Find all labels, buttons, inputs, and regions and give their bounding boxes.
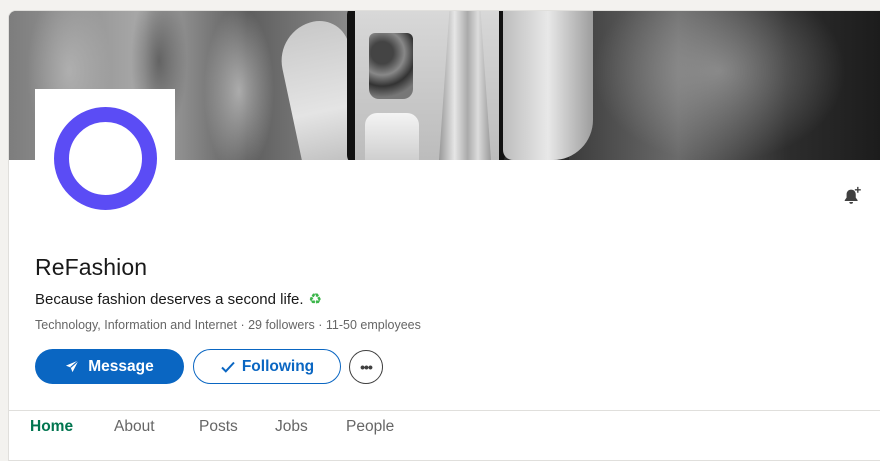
- ellipsis-icon: •••: [360, 359, 373, 375]
- company-name: ReFashion: [35, 254, 148, 280]
- tab-home[interactable]: Home: [30, 418, 73, 436]
- banner-hand-right: [503, 11, 593, 160]
- banner-shirt: [365, 113, 419, 160]
- notification-bell-button[interactable]: [840, 183, 866, 209]
- company-tagline: Because fashion deserves a second life. …: [35, 290, 322, 308]
- banner-top: [369, 33, 413, 99]
- more-actions-button[interactable]: •••: [349, 350, 383, 384]
- logo-ring-icon: [53, 106, 157, 210]
- send-icon: [66, 359, 80, 373]
- industry-text: Technology, Information and Internet: [35, 318, 237, 332]
- banner-right-area: [569, 11, 880, 160]
- tab-posts[interactable]: Posts: [199, 418, 238, 436]
- meta-separator: ·: [314, 318, 326, 332]
- company-profile-card: ReFashion Because fashion deserves a sec…: [8, 10, 880, 461]
- tagline-text: Because fashion deserves a second life.: [35, 290, 304, 308]
- check-icon: [221, 361, 235, 373]
- message-button[interactable]: Message: [35, 349, 184, 384]
- meta-separator: ·: [236, 318, 249, 332]
- following-button-label: Following: [241, 357, 315, 375]
- company-meta: Technology, Information and Internet · 2…: [35, 318, 421, 332]
- followers-count[interactable]: 29 followers: [248, 318, 315, 332]
- following-button[interactable]: Following: [193, 349, 341, 384]
- company-logo[interactable]: [35, 89, 175, 227]
- tab-about[interactable]: About: [114, 418, 155, 436]
- tab-people[interactable]: People: [346, 418, 394, 436]
- employees-count[interactable]: 11-50 employees: [326, 318, 421, 332]
- tab-jobs[interactable]: Jobs: [275, 418, 308, 436]
- tabs-divider: [9, 410, 880, 411]
- recycle-icon: ♻: [308, 290, 322, 308]
- message-button-label: Message: [88, 357, 154, 375]
- bell-plus-icon: [844, 186, 861, 204]
